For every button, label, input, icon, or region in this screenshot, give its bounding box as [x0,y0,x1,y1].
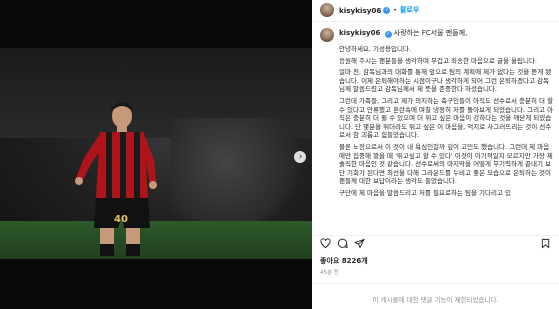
caption-paragraph: 그런데 가족들, 그리고 제가 의지하는 축구인들이 아직도 선수로서 충분히 … [339,96,554,140]
likes-count[interactable]: 좋아요 8226개 [320,256,368,266]
caption-paragraph: 물론 노장으로서 이 것이 내 욕심인걸까 깊이 고민도 했습니다. 그런데 제… [339,142,553,186]
caption-avatar[interactable] [320,28,334,42]
username[interactable]: kisykisy06 [339,6,381,15]
post-side-panel: kisykisy06 ✓ • 팔로우 kisykisy06 ✓ 사랑하는 FC서… [312,0,559,309]
bookmark-icon[interactable] [540,238,551,249]
divider [312,21,559,22]
verified-icon: ✓ [384,30,392,38]
caption-title: 사랑하는 FC서울 팬들께, [393,29,468,37]
heart-icon[interactable] [320,238,331,249]
caption-paragraph: 구단에 제 마음을 말씀드리고 저를 필요로하는 팀을 기다리고 있 [339,188,512,197]
separator: • [393,6,397,14]
action-bar [312,238,559,252]
share-icon[interactable] [354,238,365,249]
background-players [170,118,310,228]
caption: kisykisy06 ✓ 사랑하는 FC서울 팬들께, 안녕하세요, 기성용입니… [320,28,554,233]
caption-body: 안녕하세요, 기성용입니다. 응원해 주시는 팬분들을 생각하며 무겁고 죄송한… [339,45,554,198]
divider [312,283,559,284]
post-photo[interactable]: 40 › [0,48,312,259]
comments-disabled-notice: 이 게시물에 대한 댓글 기능이 제한되었습니다. [372,296,499,304]
caption-paragraph: 얼마 전, 감독님과의 대화를 통해 앞으로 팀의 계획에 제가 없다는 것을 … [339,68,552,94]
avatar[interactable] [320,3,334,17]
caption-paragraph: 응원해 주시는 팬분들을 생각하며 무겁고 죄송한 마음으로 글을 올립니다. [339,56,537,65]
post-timestamp[interactable]: 45분 전 [320,268,339,276]
player-figure: 40 [75,102,157,256]
jersey-number: 40 [114,214,128,225]
caption-username[interactable]: kisykisy06 [339,29,380,37]
chevron-right-icon: › [298,151,303,162]
comment-icon[interactable] [337,238,348,249]
post-header: kisykisy06 ✓ • 팔로우 [312,0,559,20]
verified-icon: ✓ [383,6,391,14]
caption-paragraph: 안녕하세요, 기성용입니다. [339,45,411,53]
next-slide-button[interactable]: › [294,151,306,163]
divider [312,235,559,236]
follow-button[interactable]: 팔로우 [400,5,419,15]
